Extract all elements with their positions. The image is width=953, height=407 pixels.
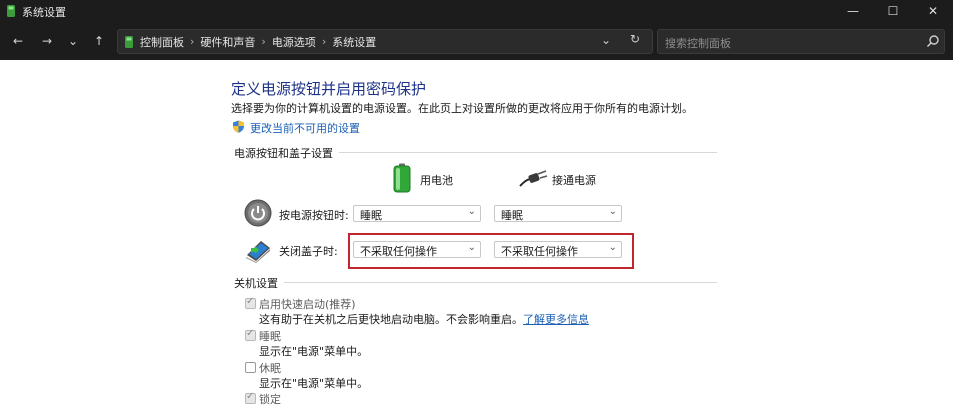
power-button-plugged-select[interactable]: 睡眠 ⌄ — [494, 205, 622, 222]
breadcrumb-separator[interactable]: › — [261, 35, 265, 48]
sleep-description: 显示在"电源"菜单中。 — [259, 345, 369, 358]
close-button[interactable]: ✕ — [910, 0, 953, 22]
back-button[interactable]: ← — [8, 31, 28, 51]
power-button-icon — [244, 199, 272, 227]
window-title: 系统设置 — [22, 6, 66, 19]
fast-startup-checkbox[interactable] — [245, 296, 256, 309]
address-dropdown-button[interactable]: ⌄ — [601, 33, 611, 47]
lock-label: 锁定 — [259, 393, 281, 406]
learn-more-link[interactable]: 了解更多信息 — [523, 313, 589, 326]
battery-column-header: 用电池 — [420, 174, 453, 187]
close-lid-label: 关闭盖子时: — [279, 245, 338, 258]
laptop-lid-icon — [246, 241, 270, 263]
page-title: 定义电源按钮并启用密码保护 — [231, 80, 427, 98]
recent-locations-button[interactable]: ⌄ — [63, 31, 83, 51]
breadcrumb-item[interactable]: 系统设置 — [332, 34, 376, 50]
lock-checkbox[interactable] — [245, 391, 256, 404]
fast-startup-description-text: 这有助于在关机之后更快地启动电脑。不会影响重启。 — [259, 313, 523, 326]
uac-shield-icon — [233, 120, 244, 133]
close-lid-battery-select[interactable]: 不采取任何操作 ⌄ — [353, 241, 481, 258]
select-value: 睡眠 — [501, 209, 523, 222]
plugged-column-header: 接通电源 — [552, 174, 596, 187]
chevron-down-icon: ⌄ — [608, 206, 617, 217]
plug-icon — [519, 170, 548, 187]
fast-startup-label: 启用快速启动(推荐) — [259, 298, 356, 311]
power-section-title: 电源按钮和盖子设置 — [234, 145, 339, 161]
search-input[interactable]: 搜索控制面板 — [665, 35, 731, 51]
power-button-label: 按电源按钮时: — [279, 209, 349, 222]
search-box[interactable]: 搜索控制面板 — [657, 29, 945, 54]
sleep-label: 睡眠 — [259, 330, 281, 343]
select-value: 睡眠 — [360, 209, 382, 222]
hibernate-label: 休眠 — [259, 362, 281, 375]
address-bar[interactable]: 控制面板 › 硬件和声音 › 电源选项 › 系统设置 ⌄ ↻ — [117, 29, 653, 54]
search-icon[interactable] — [926, 34, 940, 48]
chevron-down-icon: ⌄ — [467, 206, 476, 217]
breadcrumb: 控制面板 › 硬件和声音 › 电源选项 › 系统设置 — [140, 30, 376, 53]
breadcrumb-separator[interactable]: › — [190, 35, 194, 48]
shutdown-section-title: 关机设置 — [234, 275, 284, 291]
battery-icon — [393, 163, 411, 193]
section-divider — [234, 282, 717, 283]
sleep-checkbox[interactable] — [245, 328, 256, 341]
chevron-down-icon: ⌄ — [608, 242, 617, 253]
hibernate-checkbox[interactable] — [245, 362, 256, 373]
power-button-battery-select[interactable]: 睡眠 ⌄ — [353, 205, 481, 222]
hibernate-description: 显示在"电源"菜单中。 — [259, 377, 369, 390]
control-panel-icon — [125, 36, 133, 48]
title-bar: 系统设置 — ☐ ✕ — [0, 0, 953, 22]
select-value: 不采取任何操作 — [360, 245, 437, 258]
refresh-button[interactable]: ↻ — [630, 32, 640, 46]
main-content: 定义电源按钮并启用密码保护 选择要为你的计算机设置的电源设置。在此页上对设置所做… — [0, 60, 953, 406]
breadcrumb-item[interactable]: 电源选项 — [272, 34, 316, 50]
forward-button[interactable]: → — [37, 31, 57, 51]
navigation-bar: ← → ⌄ ↑ 控制面板 › 硬件和声音 › 电源选项 › 系统设置 ⌄ ↻ 搜… — [0, 22, 953, 60]
breadcrumb-item[interactable]: 硬件和声音 — [200, 34, 255, 50]
page-description: 选择要为你的计算机设置的电源设置。在此页上对设置所做的更改将应用于你所有的电源计… — [231, 102, 693, 115]
select-value: 不采取任何操作 — [501, 245, 578, 258]
up-button[interactable]: ↑ — [89, 31, 109, 51]
change-unavailable-settings-link[interactable]: 更改当前不可用的设置 — [250, 120, 360, 136]
breadcrumb-separator[interactable]: › — [322, 35, 326, 48]
fast-startup-description: 这有助于在关机之后更快地启动电脑。不会影响重启。了解更多信息 — [259, 311, 589, 327]
close-lid-plugged-select[interactable]: 不采取任何操作 ⌄ — [494, 241, 622, 258]
breadcrumb-item[interactable]: 控制面板 — [140, 34, 184, 50]
control-panel-icon — [7, 5, 15, 17]
chevron-down-icon: ⌄ — [467, 242, 476, 253]
